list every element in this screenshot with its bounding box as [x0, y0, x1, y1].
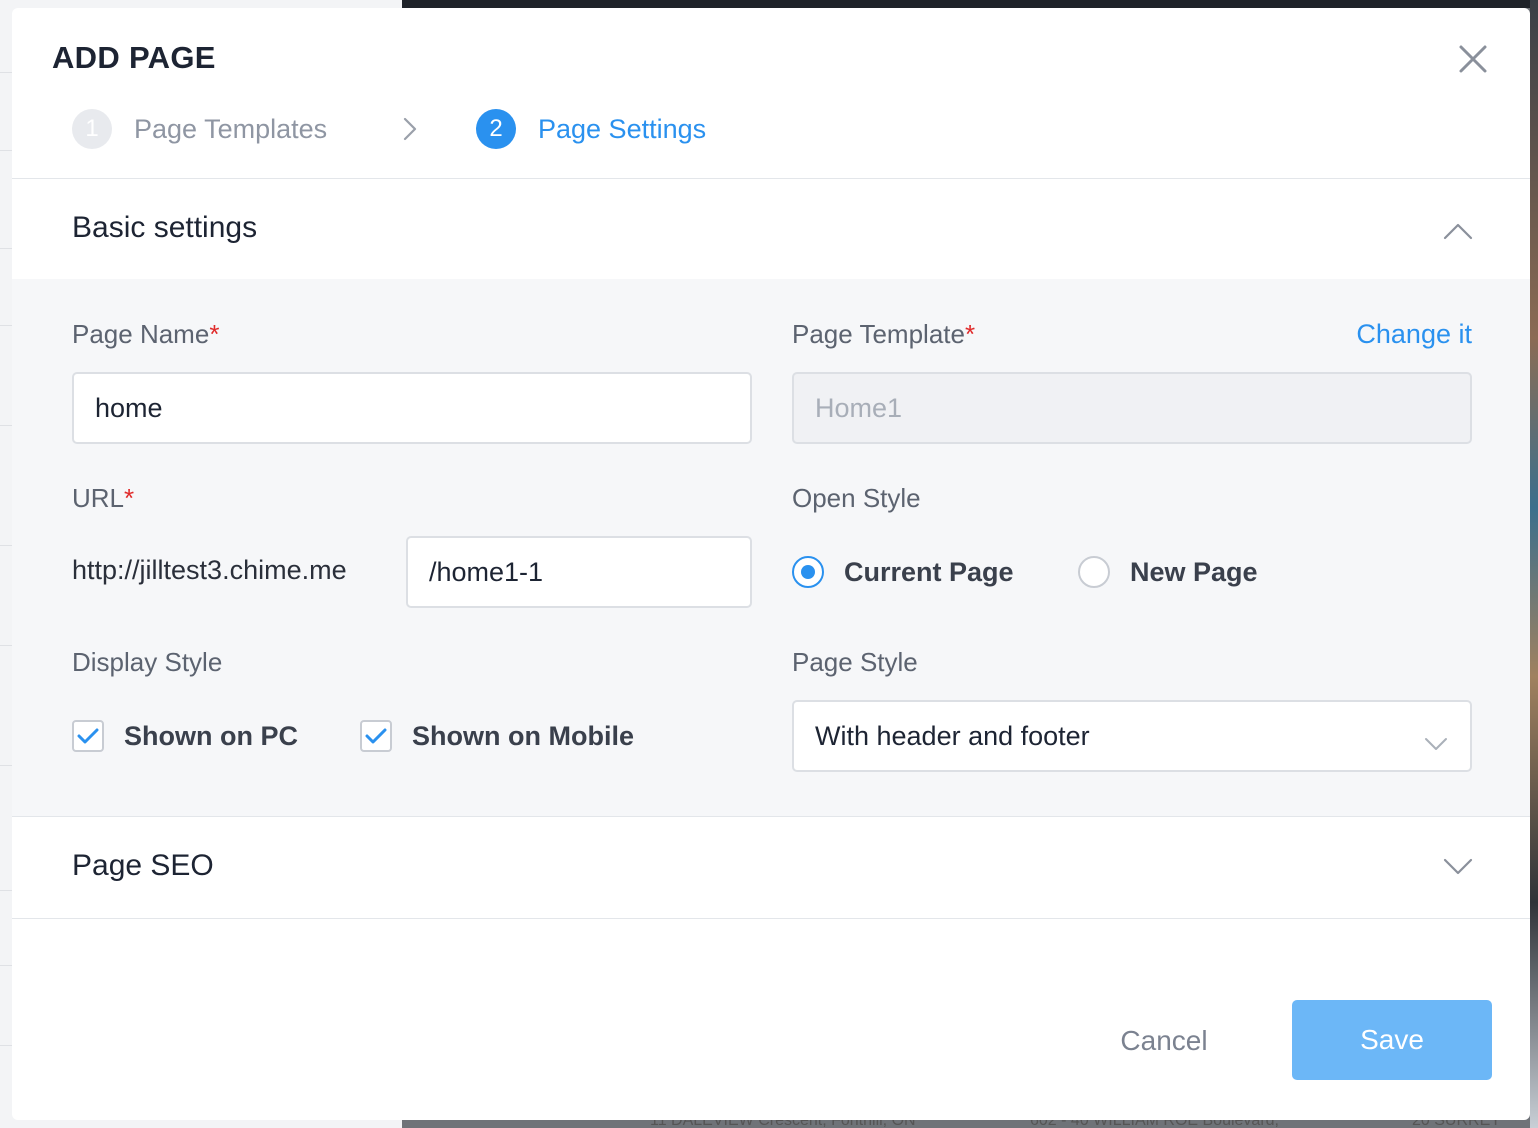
modal-title: ADD PAGE	[52, 40, 216, 75]
save-button[interactable]: Save	[1292, 1000, 1492, 1080]
checkbox-label: Shown on PC	[124, 720, 298, 751]
display-style-label: Display Style	[72, 647, 223, 677]
step-number: 2	[476, 109, 516, 149]
section-title: Basic settings	[72, 211, 258, 244]
step-number: 1	[72, 109, 112, 149]
step-label: Page Settings	[538, 113, 707, 144]
checkmark-icon	[72, 720, 104, 752]
cancel-button[interactable]: Cancel	[1092, 1002, 1236, 1080]
checkmark-icon	[360, 720, 392, 752]
radio-new-page[interactable]: New Page	[1078, 554, 1258, 590]
background-header	[402, 0, 1538, 8]
step-page-settings[interactable]: 2 Page Settings	[476, 108, 706, 150]
add-page-modal: ADD PAGE 1 Page Templates 2 Page Setting…	[12, 8, 1530, 1120]
radio-unselected-icon	[1078, 556, 1110, 588]
section-divider	[12, 918, 1530, 919]
page-template-label: Page Template*	[792, 319, 976, 349]
chevron-right-icon	[398, 116, 422, 142]
radio-current-page[interactable]: Current Page	[792, 554, 1014, 590]
page-style-value: With header and footer	[815, 720, 1090, 751]
step-page-templates[interactable]: 1 Page Templates	[72, 108, 327, 150]
chevron-down-icon	[1424, 728, 1448, 750]
checkbox-shown-on-pc[interactable]: Shown on PC	[72, 718, 298, 754]
chevron-up-icon[interactable]	[1442, 221, 1474, 241]
chevron-down-icon[interactable]	[1442, 857, 1474, 877]
background-image-strip	[1530, 0, 1538, 1128]
close-icon[interactable]	[1456, 42, 1490, 76]
url-path-input[interactable]: /home1-1	[406, 536, 752, 608]
page-name-input[interactable]: home	[72, 372, 752, 444]
basic-settings-form: Page Name* home Page Template* Change it…	[12, 279, 1530, 816]
page-template-input: Home1	[792, 372, 1472, 444]
section-title: Page SEO	[72, 849, 214, 882]
page-style-select[interactable]: With header and footer	[792, 700, 1472, 772]
radio-label: New Page	[1130, 556, 1258, 587]
step-label: Page Templates	[134, 113, 328, 144]
radio-label: Current Page	[844, 556, 1014, 587]
url-label: URL*	[72, 483, 135, 513]
url-prefix: http://jilltest3.chime.me	[72, 555, 347, 585]
checkbox-shown-on-mobile[interactable]: Shown on Mobile	[360, 718, 634, 754]
open-style-label: Open Style	[792, 483, 921, 513]
page-seo-header[interactable]: Page SEO	[12, 817, 1530, 917]
radio-selected-icon	[792, 556, 824, 588]
change-template-link[interactable]: Change it	[1356, 319, 1472, 350]
page-name-label: Page Name*	[72, 319, 220, 349]
basic-settings-header[interactable]: Basic settings	[12, 179, 1530, 279]
page-style-label: Page Style	[792, 647, 918, 677]
checkbox-label: Shown on Mobile	[412, 720, 634, 751]
